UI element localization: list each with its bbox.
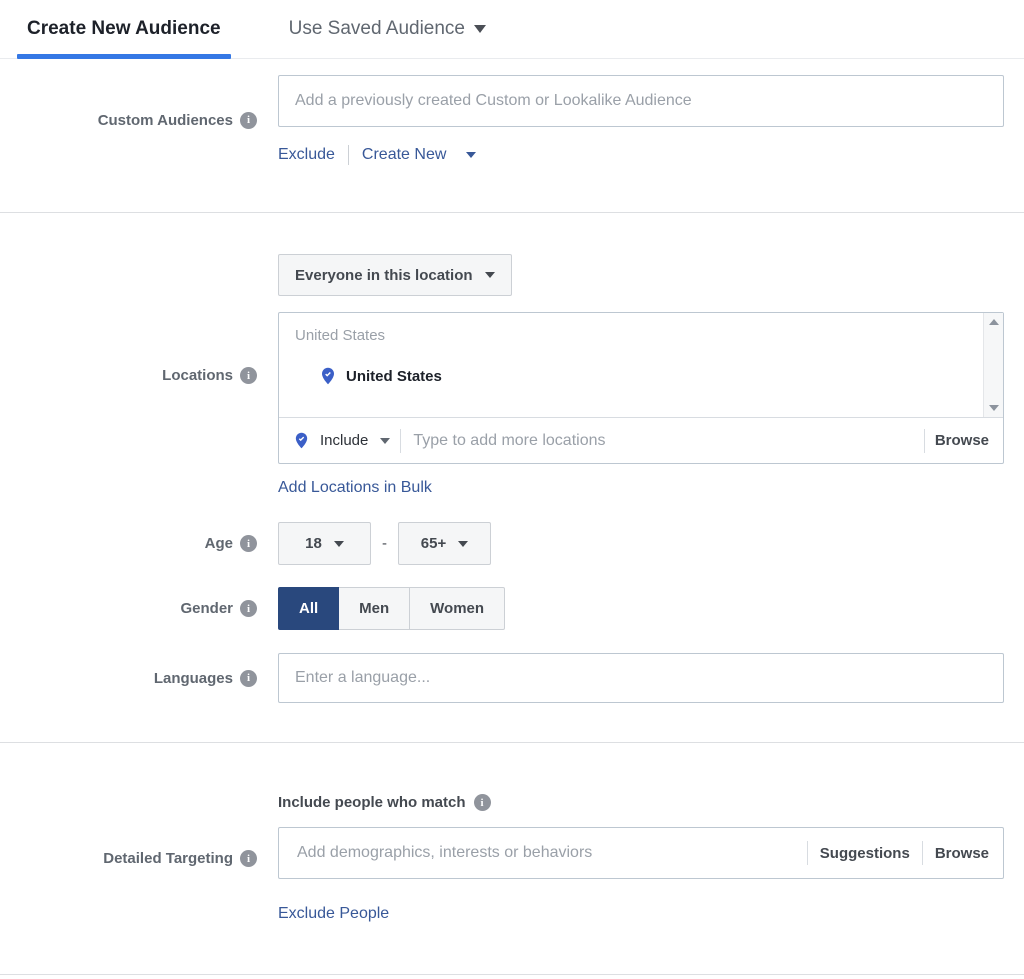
tab-use-saved-audience-label: Use Saved Audience	[289, 18, 465, 40]
locations-label-group: Locations i	[0, 367, 257, 384]
gender-option-women[interactable]: Women	[409, 587, 505, 630]
age-min-dropdown[interactable]: 18	[278, 522, 371, 565]
custom-audiences-links: Exclude Create New	[278, 145, 1004, 165]
age-min-value: 18	[305, 535, 322, 552]
exclude-link[interactable]: Exclude	[278, 146, 335, 164]
custom-audiences-row: Custom Audiences i Exclude Create New	[0, 75, 1024, 165]
include-people-heading: Include people who match i	[278, 794, 1004, 811]
chevron-down-icon	[466, 152, 476, 158]
locations-row: Locations i Everyone in this location Un…	[0, 254, 1024, 497]
link-separator	[348, 145, 349, 165]
age-max-value: 65+	[421, 535, 446, 552]
exclude-people-link[interactable]: Exclude People	[278, 905, 389, 922]
custom-audiences-content: Exclude Create New	[278, 75, 1004, 165]
gender-label-group: Gender i	[0, 600, 257, 617]
create-new-link[interactable]: Create New	[362, 146, 446, 164]
languages-label: Languages	[154, 670, 233, 687]
age-content: 18 - 65+	[278, 522, 1004, 565]
age-max-dropdown[interactable]: 65+	[398, 522, 491, 565]
detailed-targeting-label-group: Detailed Targeting i	[0, 850, 257, 867]
age-label-group: Age i	[0, 535, 257, 552]
add-locations-in-bulk-link[interactable]: Add Locations in Bulk	[278, 479, 432, 496]
languages-content	[278, 653, 1004, 703]
locations-box: United States United States	[278, 312, 1004, 464]
chevron-down-icon	[474, 25, 486, 33]
detailed-targeting-label: Detailed Targeting	[103, 850, 233, 867]
detailed-targeting-input[interactable]	[295, 843, 795, 863]
bottom-divider	[0, 974, 1024, 975]
tab-create-new-audience[interactable]: Create New Audience	[17, 14, 231, 58]
bulk-link-row: Add Locations in Bulk	[278, 479, 1004, 497]
gender-row: Gender i All Men Women	[0, 587, 1024, 630]
detailed-targeting-input-wrap: Suggestions Browse	[278, 827, 1004, 879]
chevron-down-icon[interactable]	[380, 438, 390, 444]
gender-label: Gender	[180, 600, 233, 617]
browse-locations-button[interactable]: Browse	[935, 432, 989, 449]
gender-segmented-control: All Men Women	[278, 587, 505, 630]
include-mode-dropdown[interactable]: Include	[320, 432, 368, 449]
info-icon[interactable]: i	[240, 600, 257, 617]
info-icon[interactable]: i	[240, 535, 257, 552]
gender-option-men[interactable]: Men	[338, 587, 410, 630]
locations-label: Locations	[162, 367, 233, 384]
gender-option-all[interactable]: All	[278, 587, 339, 630]
age-range-separator: -	[382, 535, 387, 552]
custom-audiences-label-group: Custom Audiences i	[0, 112, 257, 129]
browse-targeting-button[interactable]: Browse	[935, 845, 989, 862]
section-divider	[0, 742, 1024, 743]
info-icon[interactable]: i	[474, 794, 491, 811]
active-tab-underline	[17, 54, 231, 59]
info-icon[interactable]: i	[240, 112, 257, 129]
gender-content: All Men Women	[278, 587, 1004, 630]
detailed-targeting-content: Include people who match i Suggestions B…	[278, 794, 1004, 923]
location-summary-text: United States	[295, 327, 967, 344]
scroll-down-icon[interactable]	[989, 405, 999, 411]
selected-location-label: United States	[346, 368, 442, 385]
vertical-separator	[922, 841, 923, 865]
chevron-down-icon	[485, 272, 495, 278]
location-pin-icon	[293, 432, 310, 449]
info-icon[interactable]: i	[240, 367, 257, 384]
tab-create-new-audience-label: Create New Audience	[27, 18, 221, 39]
location-scope-dropdown[interactable]: Everyone in this location	[278, 254, 512, 296]
info-icon[interactable]: i	[240, 850, 257, 867]
include-people-heading-label: Include people who match	[278, 794, 466, 811]
location-add-row: Include Browse	[279, 417, 1003, 463]
locations-scrollbar[interactable]	[983, 313, 1003, 417]
suggestions-button[interactable]: Suggestions	[820, 845, 910, 862]
age-label: Age	[205, 535, 233, 552]
section-divider	[0, 212, 1024, 213]
locations-content: Everyone in this location United States …	[278, 254, 1004, 497]
languages-input[interactable]	[278, 653, 1004, 703]
vertical-separator	[924, 429, 925, 453]
tab-use-saved-audience[interactable]: Use Saved Audience	[279, 14, 496, 58]
location-pin-icon	[319, 367, 337, 385]
chevron-down-icon	[334, 541, 344, 547]
age-row: Age i 18 - 65+	[0, 522, 1024, 565]
chevron-down-icon	[458, 541, 468, 547]
exclude-people-row: Exclude People	[278, 905, 1004, 923]
add-location-input[interactable]	[411, 431, 913, 451]
custom-audiences-input[interactable]	[278, 75, 1004, 127]
vertical-separator	[807, 841, 808, 865]
languages-label-group: Languages i	[0, 670, 257, 687]
vertical-separator	[400, 429, 401, 453]
selected-location-item[interactable]: United States	[319, 367, 967, 385]
detailed-targeting-row: Detailed Targeting i Include people who …	[0, 794, 1024, 923]
scroll-up-icon[interactable]	[989, 319, 999, 325]
audience-editor: Create New Audience Use Saved Audience C…	[0, 0, 1024, 979]
info-icon[interactable]: i	[240, 670, 257, 687]
audience-tab-bar: Create New Audience Use Saved Audience	[0, 0, 1024, 59]
custom-audiences-label: Custom Audiences	[98, 112, 233, 129]
locations-list: United States United States	[279, 313, 1003, 417]
languages-row: Languages i	[0, 653, 1024, 703]
location-scope-label: Everyone in this location	[295, 267, 473, 284]
